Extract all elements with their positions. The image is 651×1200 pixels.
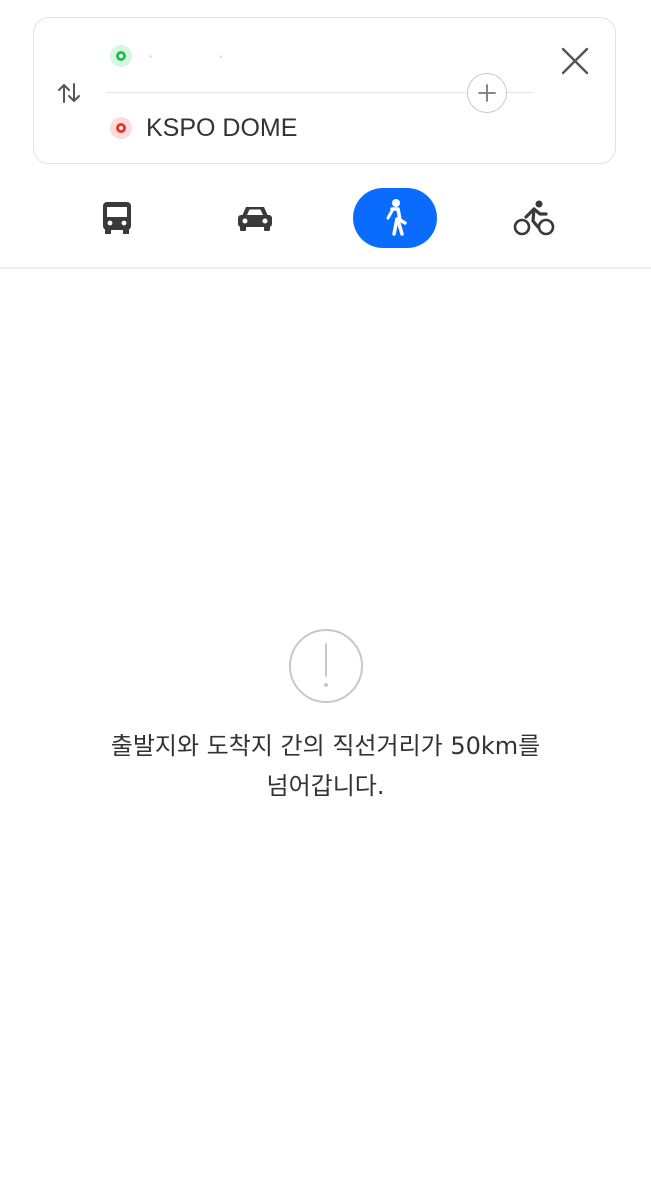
transport-mode-tabs: [0, 186, 651, 250]
origin-field[interactable]: · ·: [110, 42, 253, 70]
warning-message: 출발지와 도착지 간의 직선거리가 50km를 넘어갑니다.: [0, 726, 651, 806]
distance-warning: 출발지와 도착지 간의 직선거리가 50km를 넘어갑니다.: [0, 628, 651, 806]
warning-message-line-2: 넘어갑니다.: [266, 772, 385, 800]
destination-field[interactable]: KSPO DOME: [110, 113, 297, 143]
car-icon: [238, 207, 272, 231]
exclamation-icon: [288, 629, 363, 703]
tab-bicycle[interactable]: [492, 188, 576, 248]
tab-walk[interactable]: [353, 188, 437, 248]
swap-vertical-icon[interactable]: [54, 78, 84, 108]
bicycle-icon: [513, 200, 555, 236]
destination-marker-icon: [110, 117, 132, 139]
origin-marker-icon: [110, 45, 132, 67]
warning-message-line-1: 출발지와 도착지 간의 직선거리가 50km를: [110, 732, 541, 760]
bus-icon: [103, 202, 131, 234]
add-waypoint-button[interactable]: [467, 73, 507, 113]
section-divider: [0, 267, 651, 269]
tab-car[interactable]: [213, 188, 297, 248]
origin-text: · ·: [148, 46, 254, 66]
destination-text: KSPO DOME: [146, 113, 298, 142]
plus-icon: [478, 84, 496, 102]
close-icon[interactable]: [559, 45, 591, 77]
walk-icon: [386, 199, 407, 236]
route-search-card: · · KSPO DOME: [33, 17, 616, 164]
tab-bus[interactable]: [75, 188, 159, 248]
